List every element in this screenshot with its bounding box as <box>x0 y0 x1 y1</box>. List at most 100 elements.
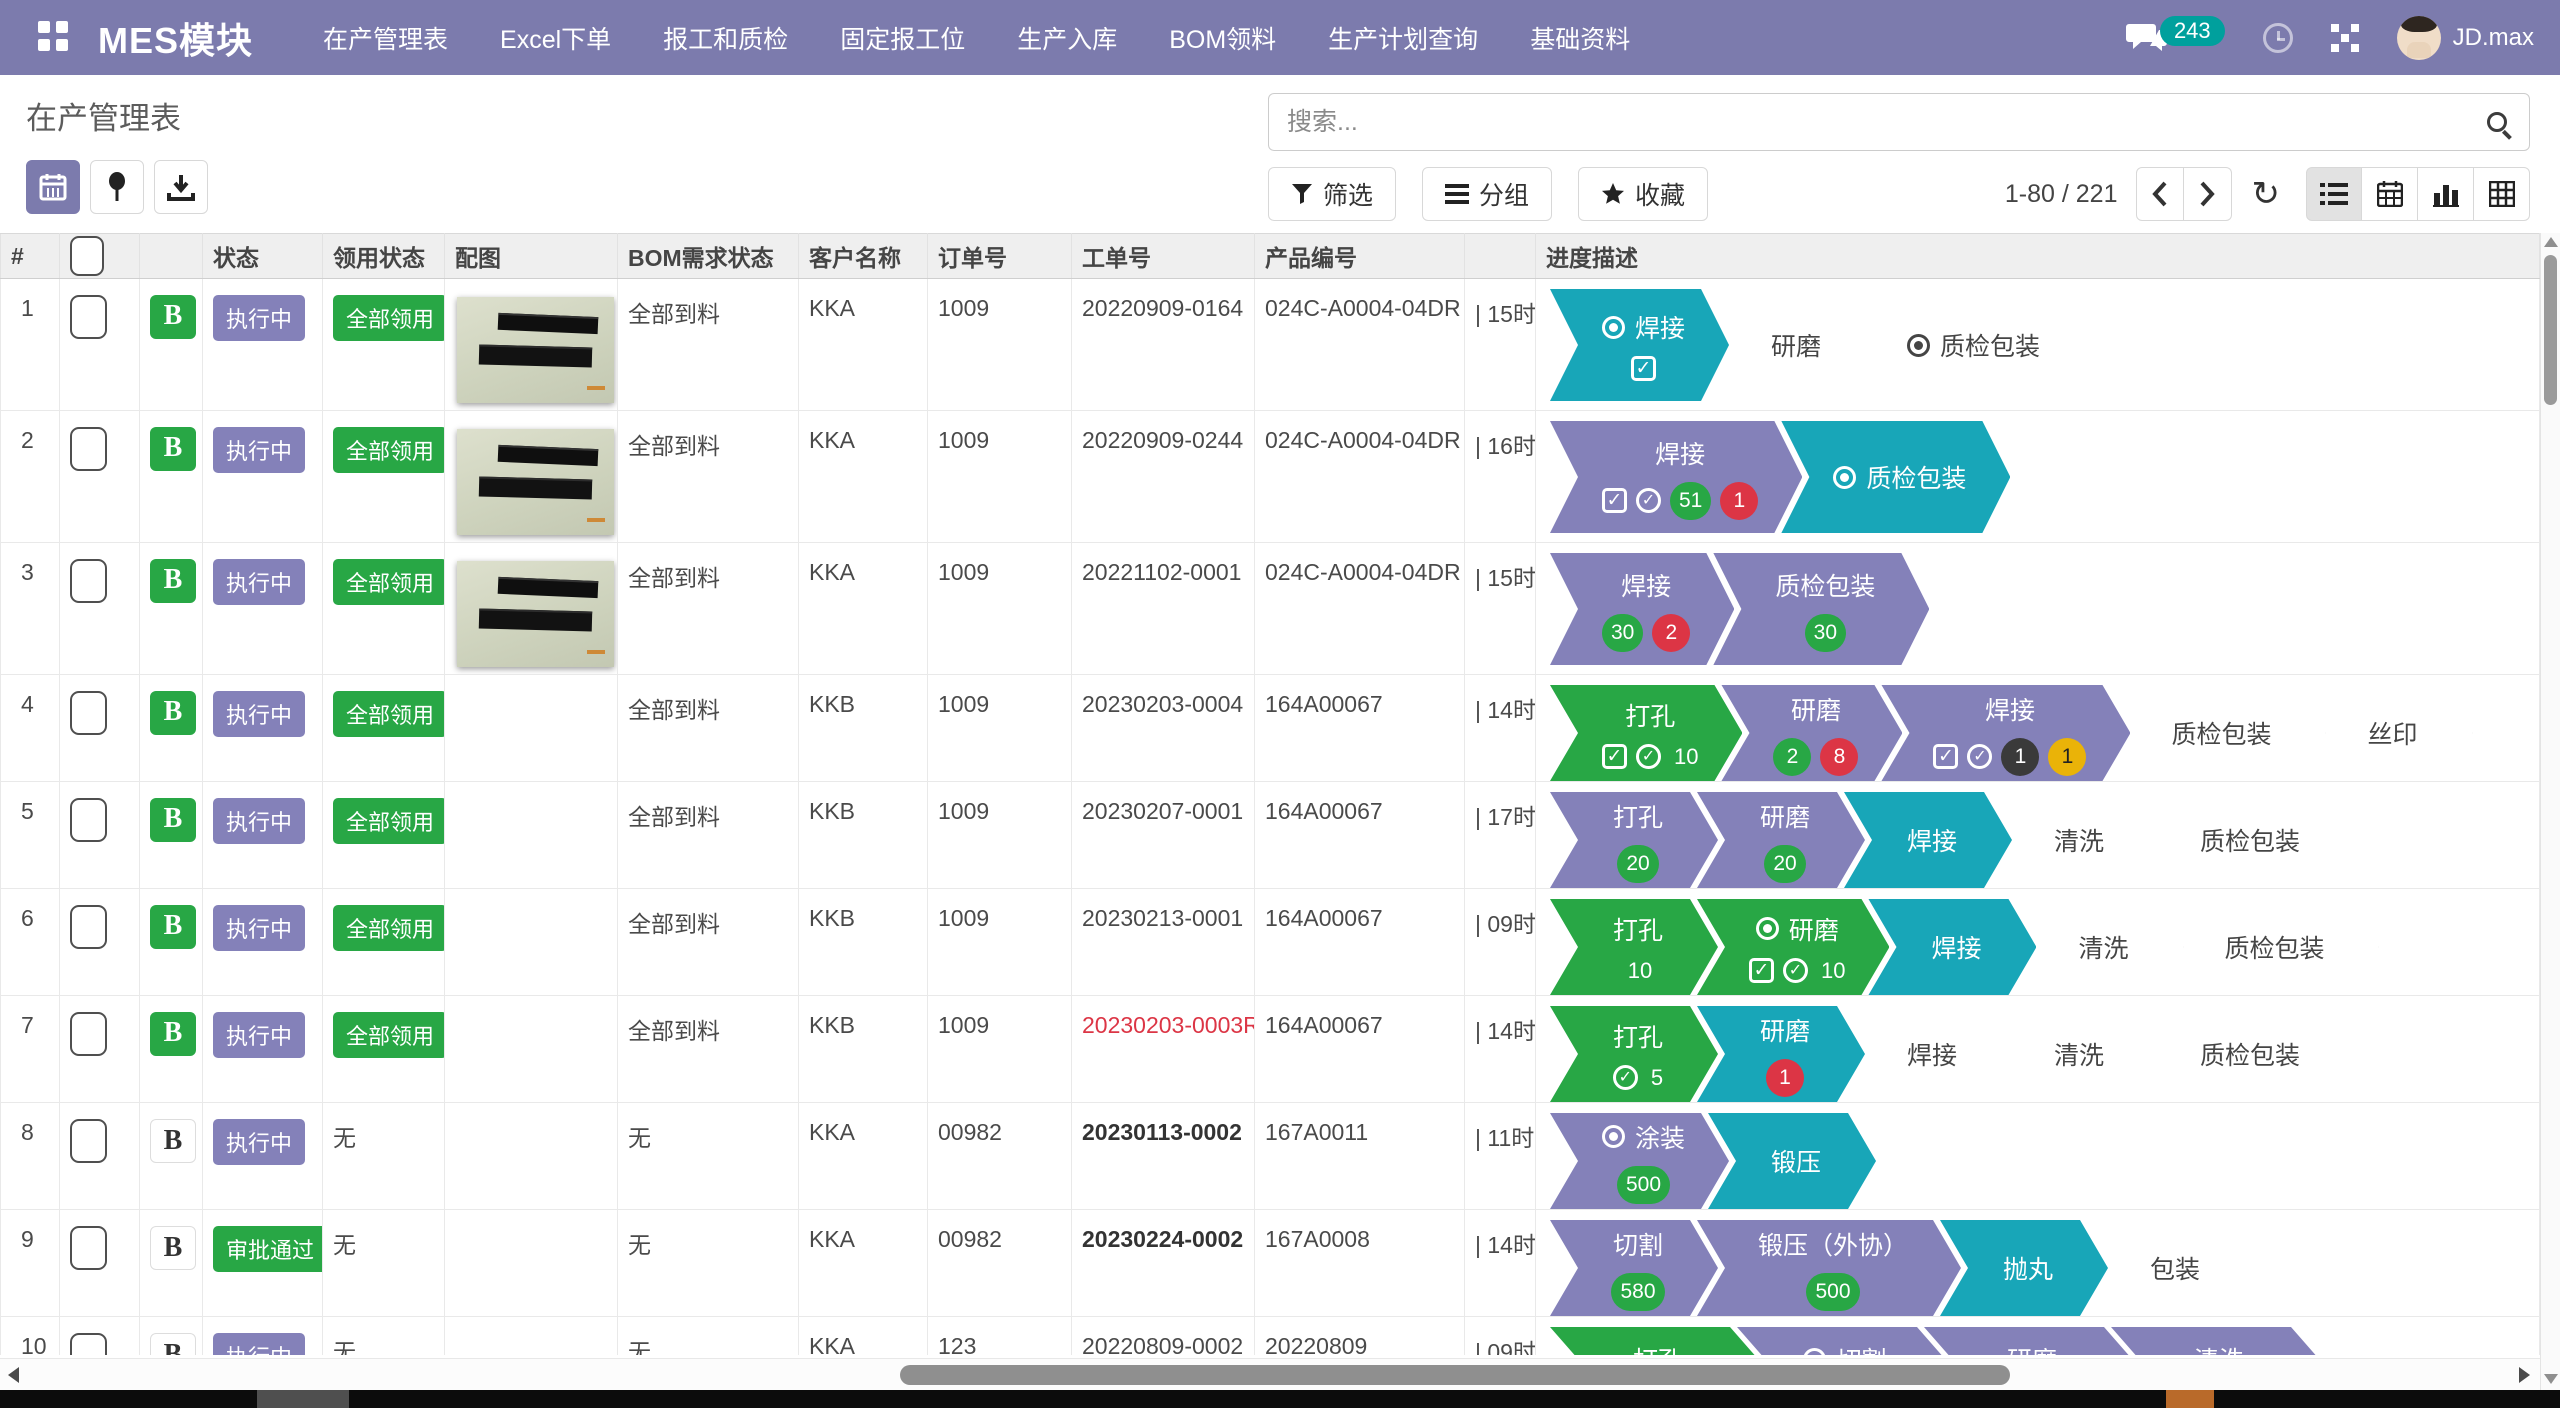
process-step-抛丸[interactable]: 抛丸 <box>1940 1220 2108 1316</box>
process-step-打孔[interactable]: 打孔 <box>1550 1327 1758 1355</box>
process-step-焊接[interactable]: 焊接 <box>1844 1006 2012 1102</box>
process-step-锻压[interactable]: 锻压 <box>1708 1113 1876 1209</box>
process-step-焊接[interactable]: 焊接 <box>1844 792 2012 888</box>
row-checkbox[interactable] <box>70 559 107 603</box>
vertical-scrollbar-thumb[interactable] <box>2544 255 2557 405</box>
calendar-mode-button[interactable] <box>26 160 80 214</box>
horizontal-scrollbar[interactable] <box>0 1358 2540 1390</box>
process-step-清洗[interactable]: 清洗 <box>1991 792 2159 888</box>
menu-item-6[interactable]: 生产计划查询 <box>1328 20 1478 56</box>
row-select-cell <box>60 543 140 675</box>
favorites-button[interactable]: 收藏 <box>1578 167 1708 221</box>
process-step-打孔[interactable]: 打孔10 <box>1550 899 1718 995</box>
row-checkbox[interactable] <box>70 427 107 471</box>
process-step-质检包装[interactable]: 质检包装 <box>2109 685 2325 781</box>
grid-view-button[interactable] <box>2474 167 2530 221</box>
workorder-no-cell: 20230203-0003R <box>1072 996 1255 1103</box>
apps-grid-icon[interactable] <box>38 21 68 55</box>
menu-item-5[interactable]: BOM领料 <box>1169 20 1276 56</box>
menu-item-7[interactable]: 基础资料 <box>1530 20 1630 56</box>
process-step-焊接[interactable]: 焊接 <box>1868 899 2036 995</box>
chart-view-button[interactable] <box>2418 167 2474 221</box>
process-step-质检包装[interactable]: 质检包装 <box>2162 899 2378 995</box>
column-header-3: 状态 <box>203 234 323 279</box>
pin-button[interactable] <box>90 160 144 214</box>
progress-steps: 打孔10研磨✓✓10 焊接清洗质检包装 <box>1536 899 2539 995</box>
row-checkbox[interactable] <box>70 905 107 949</box>
group-by-button[interactable]: 分组 <box>1422 167 1552 221</box>
process-step-质检包装[interactable]: 质检包装 <box>2138 1006 2354 1102</box>
process-step-焊接[interactable]: 焊接302 <box>1550 553 1734 665</box>
calendar-view-button[interactable] <box>2362 167 2418 221</box>
process-step-清洗[interactable]: 清洗 <box>2015 899 2183 995</box>
scroll-down-arrow-icon[interactable] <box>2544 1374 2558 1384</box>
activity-clock-icon[interactable] <box>2263 23 2293 53</box>
process-step-包装[interactable]: 包装 <box>2087 1220 2255 1316</box>
search-icon[interactable] <box>2487 112 2507 132</box>
horizontal-scrollbar-thumb[interactable] <box>900 1365 2010 1385</box>
row-checkbox[interactable] <box>70 691 107 735</box>
row-checkbox[interactable] <box>70 798 107 842</box>
select-all-checkbox[interactable] <box>70 236 104 276</box>
list-view-button[interactable] <box>2306 167 2362 221</box>
process-step-研磨[interactable]: 研磨 <box>1708 289 1876 401</box>
scroll-left-arrow-icon[interactable] <box>8 1367 19 1383</box>
menu-item-1[interactable]: Excel下单 <box>500 20 611 56</box>
pick-state-cell: 无 <box>323 1317 445 1356</box>
row-checkbox[interactable] <box>70 295 107 339</box>
column-header-11 <box>1465 234 1536 279</box>
row-checkbox[interactable] <box>70 1119 107 1163</box>
process-step-打孔[interactable]: 打孔✓✓10 <box>1550 685 1742 781</box>
search-input[interactable] <box>1287 108 2487 137</box>
scroll-right-arrow-icon[interactable] <box>2519 1367 2530 1383</box>
qr-code-icon[interactable] <box>2331 24 2359 52</box>
step-label: 切割 <box>1613 1226 1663 1262</box>
download-button[interactable] <box>154 160 208 214</box>
process-step-涂装[interactable]: 涂装500 <box>1550 1113 1729 1209</box>
product-photo[interactable] <box>457 429 614 535</box>
process-step-打孔[interactable]: 打孔✓5 <box>1550 1006 1718 1102</box>
customer-cell: KKA <box>799 1210 928 1317</box>
messages-button[interactable]: 243 <box>2126 20 2225 56</box>
product-photo[interactable] <box>457 297 614 403</box>
vertical-scrollbar[interactable] <box>2540 233 2560 1390</box>
product-photo[interactable] <box>457 561 614 667</box>
process-step-清洗[interactable]: 清洗 <box>1991 1006 2159 1102</box>
menu-item-0[interactable]: 在产管理表 <box>323 20 448 56</box>
filter-button[interactable]: 筛选 <box>1268 167 1396 221</box>
scroll-up-arrow-icon[interactable] <box>2544 237 2558 247</box>
process-step-质检包装[interactable]: 质检包装 <box>2138 792 2354 888</box>
process-step-研磨[interactable]: 研磨1 <box>1697 1006 1865 1102</box>
process-step-锻压（外协）[interactable]: 锻压（外协）500 <box>1697 1220 1961 1316</box>
process-step-焊接[interactable]: 焊接✓ <box>1550 289 1729 401</box>
process-step-研磨[interactable]: 研磨20 <box>1697 792 1865 888</box>
app-brand[interactable]: MES模块 <box>98 12 253 64</box>
process-step-质检包装[interactable]: 质检包装 <box>1781 421 2010 533</box>
refresh-icon[interactable]: ↻ <box>2252 177 2281 211</box>
process-step-打孔[interactable]: 打孔20 <box>1550 792 1718 888</box>
pager-prev-button[interactable] <box>2136 167 2184 221</box>
process-step-清洗[interactable]: 清洗 <box>2111 1327 2319 1355</box>
row-checkbox[interactable] <box>70 1226 107 1270</box>
pager-next-button[interactable] <box>2184 167 2232 221</box>
process-step-切割[interactable]: 切割580 <box>1550 1220 1718 1316</box>
process-step-研磨[interactable]: 研磨 <box>1924 1327 2132 1355</box>
menu-item-4[interactable]: 生产入库 <box>1017 20 1117 56</box>
step-label: 焊接 <box>1931 929 1981 965</box>
dot-circle-icon <box>1602 1125 1625 1148</box>
process-step-质检包装[interactable]: 质检包装 <box>1855 289 2084 401</box>
process-step-焊接[interactable]: 焊接✓✓11 <box>1881 685 2130 781</box>
menu-item-3[interactable]: 固定报工位 <box>840 20 965 56</box>
process-step-切割[interactable]: 切割 <box>1737 1327 1945 1355</box>
menu-item-2[interactable]: 报工和质检 <box>663 20 788 56</box>
dot-circle-icon <box>1803 1348 1826 1356</box>
user-menu[interactable]: JD.max <box>2397 16 2534 60</box>
process-step-质检包装[interactable]: 质检包装30 <box>1713 553 1929 665</box>
process-step-丝印[interactable]: 丝印 <box>2304 685 2472 781</box>
process-step-研磨[interactable]: 研磨28 <box>1721 685 1902 781</box>
row-checkbox[interactable] <box>70 1012 107 1056</box>
row-checkbox[interactable] <box>70 1333 107 1355</box>
process-step-研磨[interactable]: 研磨✓✓10 <box>1697 899 1889 995</box>
process-step-焊接[interactable]: 焊接✓✓511 <box>1550 421 1802 533</box>
select-all-header[interactable] <box>60 234 140 279</box>
